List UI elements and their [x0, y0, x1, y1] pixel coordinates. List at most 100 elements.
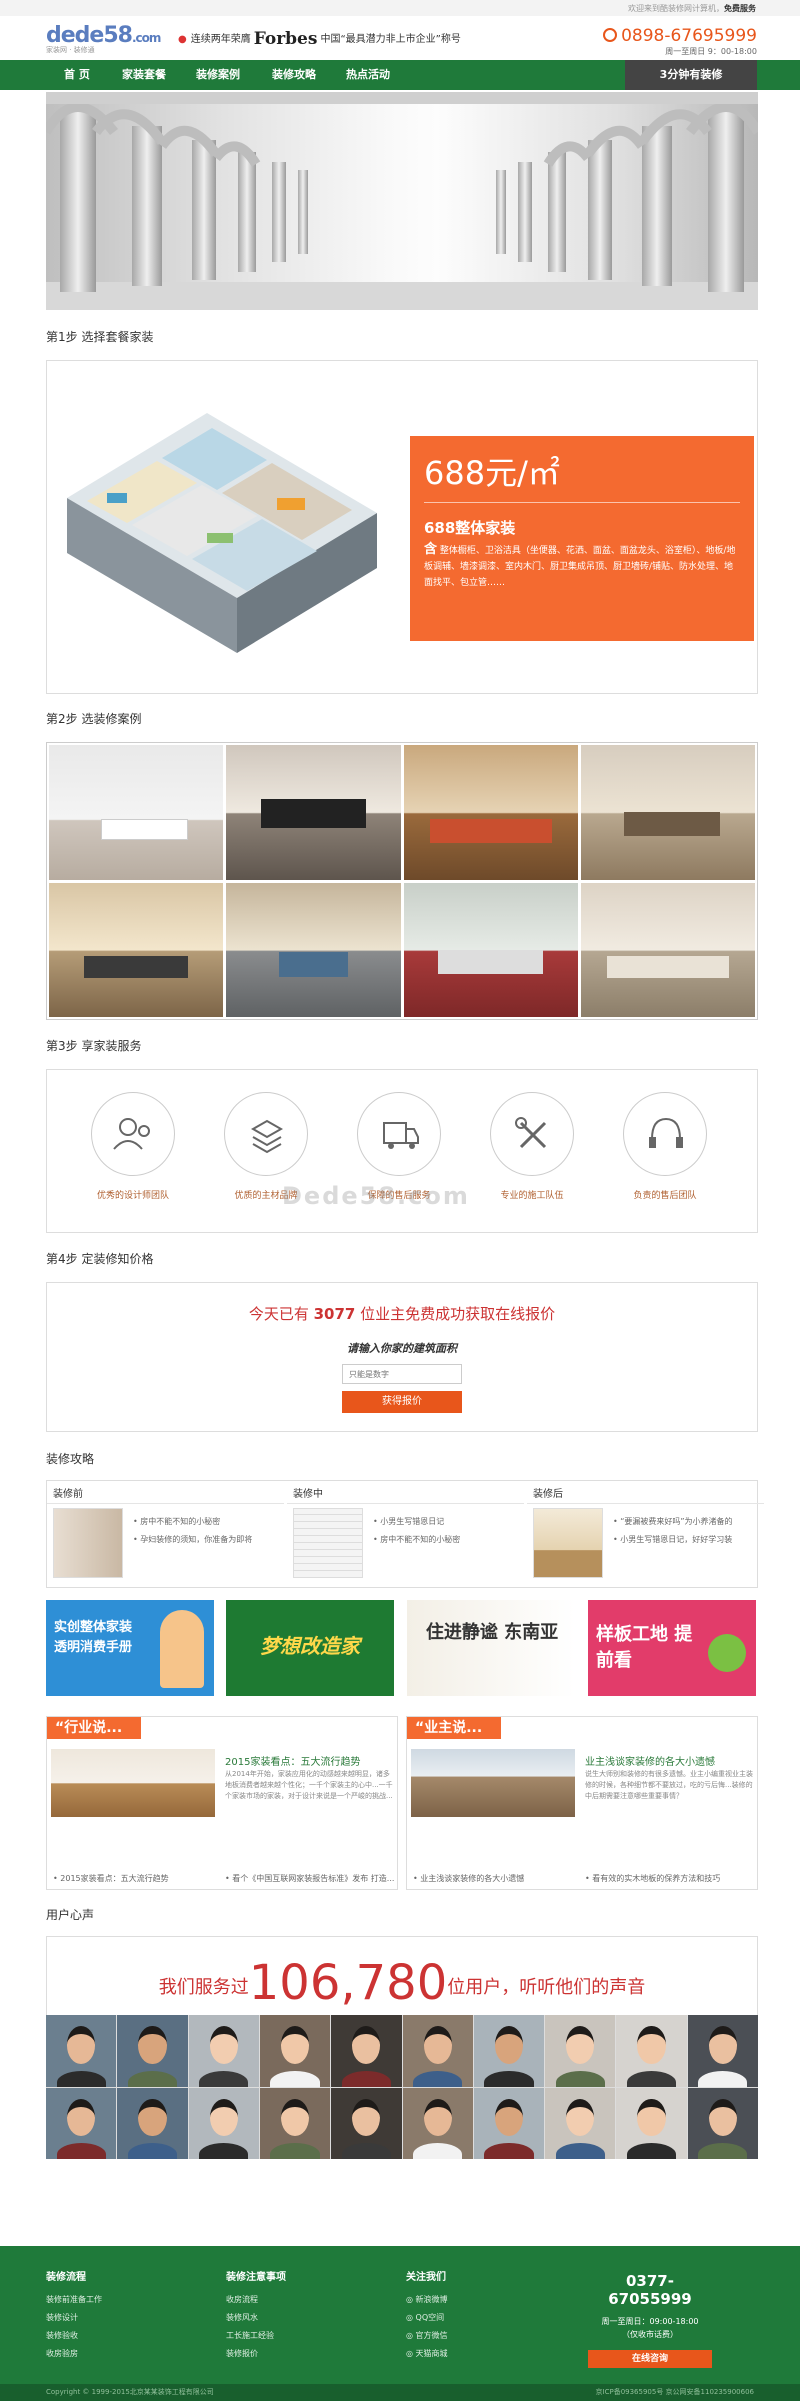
- guide-thumb[interactable]: [533, 1508, 603, 1578]
- nav-events[interactable]: 热点活动: [346, 60, 390, 90]
- nav-guide[interactable]: 装修攻略: [272, 60, 316, 90]
- case-thumb[interactable]: [226, 745, 401, 880]
- guide-link[interactable]: • 房中不能不知的小秘密: [133, 1513, 252, 1531]
- guide-column: 装修后 • “要漏被费来好吗”为小养渚备的 • 小男生写错恩日记，好好学习装: [527, 1481, 764, 1578]
- footer-link[interactable]: ◎ 官方微信: [406, 2327, 448, 2345]
- icp-text: 京ICP备09365905号 京公网安备110235900606: [595, 2388, 754, 2396]
- footer-link[interactable]: ◎ QQ空间: [406, 2309, 448, 2327]
- bullet-icon: ●: [178, 34, 187, 45]
- news-link[interactable]: • 看个《中国互联网家装报告标准》发布 打造...: [225, 1873, 394, 1884]
- service-item[interactable]: 负责的售后团队: [621, 1092, 709, 1201]
- user-avatar: [259, 2015, 331, 2087]
- user-avatar: [259, 2087, 331, 2159]
- hero-banner[interactable]: [46, 92, 758, 310]
- guide-column-head: 装修后: [527, 1481, 764, 1504]
- footer-link[interactable]: 装修验收: [46, 2327, 102, 2345]
- industry-news: “行业说... 2015家装看点：五大流行趋势 从2014年开始，家装应用化的动…: [46, 1716, 398, 1890]
- case-thumb[interactable]: [49, 882, 224, 1017]
- case-thumb[interactable]: [580, 745, 755, 880]
- user-avatar: [117, 2087, 188, 2159]
- service-item[interactable]: 优秀的设计师团队: [89, 1092, 177, 1201]
- service-hours: 周一至周日 9：00-18:00: [665, 47, 757, 56]
- guide-title: 装修攻略: [46, 1452, 95, 1466]
- guide-link[interactable]: • 小男生写错恩日记: [373, 1513, 460, 1531]
- footer-note: （仅收市话费）: [622, 2330, 678, 2339]
- nav-home[interactable]: 首 页: [64, 60, 90, 90]
- case-thumb[interactable]: [403, 882, 578, 1017]
- footer-link[interactable]: 装修设计: [46, 2309, 102, 2327]
- guide-column: 装修中 • 小男生写错恩日记 • 房中不能不知的小秘密: [287, 1481, 524, 1578]
- news-link[interactable]: • 业主浅谈家装修的各大小遗憾: [413, 1873, 524, 1884]
- user-face-grid: [46, 2015, 758, 2159]
- area-input[interactable]: [342, 1364, 462, 1384]
- footer-link[interactable]: 收房验房: [46, 2345, 102, 2363]
- headset-icon: [623, 1092, 707, 1176]
- mascot-icon: [708, 1634, 746, 1672]
- guide-box: 装修前 • 房中不能不知的小秘密 • 孕妇装修的须知，你准备为即将 装修中 • 小…: [46, 1480, 764, 1588]
- header: dede58.com 家装网 · 装修通 ● 连续两年荣膺 Forbes 中国“最具潜…: [0, 16, 800, 60]
- guide-link[interactable]: • “要漏被费来好吗”为小养渚备的: [613, 1513, 733, 1531]
- promo-banner[interactable]: 梦想改造家: [226, 1600, 394, 1696]
- footer-link[interactable]: 装修风水: [226, 2309, 286, 2327]
- package-description: 含 整体橱柜、卫浴洁具（坐便器、花洒、面盆、面盆龙头、浴室柜）、地板/地板调辅、…: [424, 542, 736, 588]
- get-quote-button[interactable]: 获得报价: [342, 1391, 462, 1413]
- footer-link[interactable]: 装修报价: [226, 2345, 286, 2363]
- users-headline: 我们服务过106,780位用户，听听他们的声音: [46, 1936, 758, 2016]
- guide-link[interactable]: • 孕妇装修的须知，你准备为即将: [133, 1531, 252, 1549]
- main-nav: 首 页 家装套餐 装修案例 装修攻略 热点活动 3分钟有装修: [0, 60, 800, 90]
- guide-thumb[interactable]: [53, 1508, 123, 1578]
- nav-packages[interactable]: 家装套餐: [122, 60, 166, 90]
- news-title[interactable]: 业主浅谈家装修的各大小遗憾: [585, 1753, 715, 1768]
- news-link[interactable]: • 2015家装看点：五大流行趋势: [53, 1873, 169, 1884]
- user-avatar: [473, 2015, 545, 2087]
- promo-banner[interactable]: 住进静谧 东南亚: [407, 1600, 575, 1696]
- user-avatar: [545, 2015, 616, 2087]
- service-label: 专业的施工队伍: [500, 1191, 564, 1201]
- guide-link[interactable]: • 小男生写错恩日记，好好学习装: [613, 1531, 733, 1549]
- tools-icon: [490, 1092, 574, 1176]
- case-thumb[interactable]: [226, 882, 401, 1017]
- user-avatar: [687, 2015, 758, 2087]
- wechat-icon: ◎: [406, 2331, 416, 2340]
- news-link[interactable]: • 看有效的实木地板的保养方法和技巧: [585, 1873, 720, 1884]
- case-thumb[interactable]: [580, 882, 755, 1017]
- package-title: 688整体家装: [424, 519, 516, 537]
- news-thumb[interactable]: [411, 1749, 575, 1817]
- copyright-text: Copyright © 1999-2015北京某某装饰工程有限公司: [46, 2388, 214, 2396]
- footer-link[interactable]: ◎ 天猫商城: [406, 2345, 448, 2363]
- guide-column-head: 装修中: [287, 1481, 524, 1504]
- footer-column: 装修注意事项 收房流程 装修风水 工长施工经验 装修报价: [226, 2268, 286, 2363]
- free-service-link[interactable]: 免费服务: [724, 4, 756, 13]
- forbes-slogan: ● 连续两年荣膺 Forbes 中国“最具潜力非上市企业”称号: [178, 29, 461, 49]
- quote-prompt: 请输入你家的建筑面积: [347, 1342, 457, 1355]
- case-thumb[interactable]: [49, 745, 224, 880]
- package-box[interactable]: 688元/㎡ 688整体家装 含 整体橱柜、卫浴洁具（坐便器、花洒、面盆、面盆龙…: [46, 360, 758, 694]
- user-avatar: [402, 2087, 473, 2159]
- banner-text: 样板工地 提前看: [596, 1624, 693, 1671]
- nav-cta-button[interactable]: 3分钟有装修: [625, 60, 757, 90]
- user-avatar: [331, 2087, 402, 2159]
- step1-title: 第1步 选择套餐家装: [46, 330, 154, 344]
- guide-link[interactable]: • 房中不能不知的小秘密: [373, 1531, 460, 1549]
- service-item[interactable]: 专业的施工队伍: [488, 1092, 576, 1201]
- site-logo[interactable]: dede58.com 家装网 · 装修通: [46, 23, 161, 55]
- phone-icon: [603, 28, 618, 42]
- package-price-card[interactable]: 688元/㎡ 688整体家装 含 整体橱柜、卫浴洁具（坐便器、花洒、面盆、面盆龙…: [410, 436, 754, 641]
- footer-link[interactable]: ◎ 新浪微博: [406, 2291, 448, 2309]
- online-consult-button[interactable]: 在线咨询: [588, 2350, 712, 2368]
- user-avatar: [616, 2087, 687, 2159]
- user-avatar: [473, 2087, 545, 2159]
- guide-thumb[interactable]: [293, 1508, 363, 1578]
- banner-text: 梦想改造家: [260, 1634, 360, 1658]
- footer-link[interactable]: 装修前准备工作: [46, 2291, 102, 2309]
- footer-link[interactable]: 收房流程: [226, 2291, 286, 2309]
- news-thumb[interactable]: [51, 1749, 215, 1817]
- promo-banner[interactable]: 实创整体家装 透明消费手册: [46, 1600, 214, 1696]
- case-thumb[interactable]: [403, 745, 578, 880]
- promo-banner[interactable]: 样板工地 提前看: [588, 1600, 756, 1696]
- footer-link[interactable]: 工长施工经验: [226, 2327, 286, 2345]
- footer-phone: 0377-67055999: [608, 2272, 692, 2308]
- news-title[interactable]: 2015家装看点：五大流行趋势: [225, 1753, 360, 1768]
- nav-cases[interactable]: 装修案例: [196, 60, 240, 90]
- footer: 装修流程 装修前准备工作 装修设计 装修验收 收房验房 装修注意事项 收房流程 …: [0, 2246, 800, 2384]
